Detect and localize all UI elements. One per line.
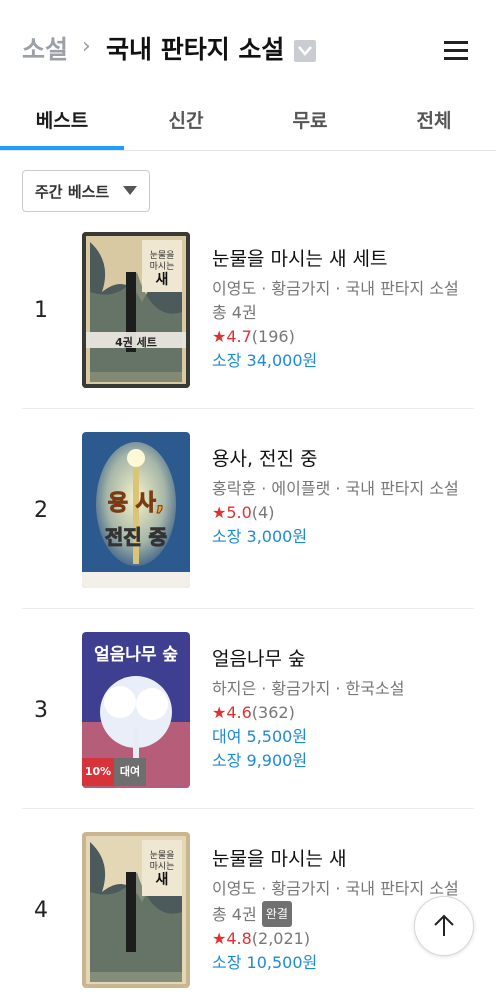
svg-text:눈물을: 눈물을 xyxy=(150,850,175,861)
discount-badge: 10% xyxy=(82,758,114,786)
active-tab-indicator xyxy=(0,146,124,150)
rank-number: 4 xyxy=(34,898,48,923)
book-title[interactable]: 눈물을 마시는 새 세트 xyxy=(212,244,459,271)
tab-all[interactable]: 전체 xyxy=(372,106,496,133)
breadcrumb-separator-icon: › xyxy=(82,34,91,59)
price: 소장 9,900원 xyxy=(212,751,308,770)
breadcrumb-current[interactable]: 국내 판타지 소설 xyxy=(106,30,284,66)
rating-count: (2,021) xyxy=(251,929,311,948)
rank-number: 3 xyxy=(34,698,48,723)
rating-count: (196) xyxy=(251,327,295,346)
rating-count: (362) xyxy=(251,703,295,722)
rating: ★4.7(196) xyxy=(212,325,459,349)
volume-count: 총 4권 xyxy=(212,905,257,924)
rental-price: 대여 5,500원 xyxy=(212,727,308,746)
svg-text:용 사,: 용 사, xyxy=(108,491,165,516)
rating-score: 4.7 xyxy=(226,327,252,346)
rental-badge: 대여 xyxy=(114,758,146,786)
complete-badge: 완결 xyxy=(261,901,292,927)
scroll-top-button[interactable] xyxy=(414,896,474,956)
book-meta: 홍락훈 · 에이플랫 · 국내 판타지 소설 xyxy=(212,479,459,498)
book-meta: 이영도 · 황금가지 · 국내 판타지 소설 xyxy=(212,279,459,298)
svg-text:전진 중: 전진 중 xyxy=(105,525,167,549)
book-title[interactable]: 눈물을 마시는 새 xyxy=(212,844,459,871)
price: 소장 3,000원 xyxy=(212,527,308,546)
star-icon: ★ xyxy=(212,929,227,948)
set-badge: 4권 세트 xyxy=(115,336,157,349)
book-meta: 이영도 · 황금가지 · 국내 판타지 소설 xyxy=(212,879,459,898)
rating-count: (4) xyxy=(251,503,275,522)
book-cover[interactable]: 용 사, 전진 중 xyxy=(82,432,190,588)
rank-number: 1 xyxy=(34,298,48,323)
divider xyxy=(22,808,474,809)
book-cover[interactable]: 얼음나무 숲 10% 대여 xyxy=(82,632,190,788)
book-cover[interactable]: 눈물을 마시는 새 4권 세트 xyxy=(82,232,190,388)
rank-number: 2 xyxy=(34,498,48,523)
star-icon: ★ xyxy=(212,503,227,522)
book-title[interactable]: 얼음나무 숲 xyxy=(212,644,404,671)
book-meta: 하지은 · 황금가지 · 한국소설 xyxy=(212,679,405,698)
filter-label: 주간 베스트 xyxy=(35,183,110,201)
divider xyxy=(22,608,474,609)
rating: ★4.6(362) xyxy=(212,701,404,725)
svg-text:새: 새 xyxy=(156,272,169,288)
rating-score: 4.6 xyxy=(226,703,252,722)
category-dropdown-icon[interactable] xyxy=(294,40,316,62)
item-info: 눈물을 마시는 새 세트 이영도 · 황금가지 · 국내 판타지 소설 총 4권… xyxy=(212,244,459,373)
svg-text:눈물을: 눈물을 xyxy=(150,250,175,261)
svg-text:마시는: 마시는 xyxy=(150,261,175,272)
arrow-up-icon xyxy=(434,914,454,936)
tab-best[interactable]: 베스트 xyxy=(0,106,124,133)
svg-text:얼음나무 숲: 얼음나무 숲 xyxy=(94,645,178,665)
breadcrumb-root[interactable]: 소설 xyxy=(22,30,68,66)
svg-text:새: 새 xyxy=(156,872,169,888)
tab-new[interactable]: 신간 xyxy=(124,106,248,133)
star-icon: ★ xyxy=(212,703,227,722)
tab-free[interactable]: 무료 xyxy=(248,106,372,133)
svg-text:마시는: 마시는 xyxy=(150,861,175,872)
star-icon: ★ xyxy=(212,327,227,346)
price: 소장 34,000원 xyxy=(212,351,318,370)
volume-count: 총 4권 xyxy=(212,303,257,322)
top-header: 소설 › 국내 판타지 소설 xyxy=(0,0,496,100)
tab-bar: 베스트 신간 무료 전체 xyxy=(0,96,496,151)
book-cover[interactable]: 눈물을 마시는 새 xyxy=(82,832,190,988)
rating-score: 4.8 xyxy=(226,929,252,948)
item-info: 용사, 전진 중 홍락훈 · 에이플랫 · 국내 판타지 소설 ★5.0(4) … xyxy=(212,444,459,549)
book-title[interactable]: 용사, 전진 중 xyxy=(212,444,459,471)
rating: ★5.0(4) xyxy=(212,501,459,525)
rating-score: 5.0 xyxy=(226,503,252,522)
period-filter-dropdown[interactable]: 주간 베스트 xyxy=(22,170,150,212)
price: 소장 10,500원 xyxy=(212,953,318,972)
chevron-down-icon xyxy=(123,186,137,195)
divider xyxy=(22,408,474,409)
menu-icon[interactable] xyxy=(444,38,470,62)
item-info: 얼음나무 숲 하지은 · 황금가지 · 한국소설 ★4.6(362) 대여 5,… xyxy=(212,644,404,773)
